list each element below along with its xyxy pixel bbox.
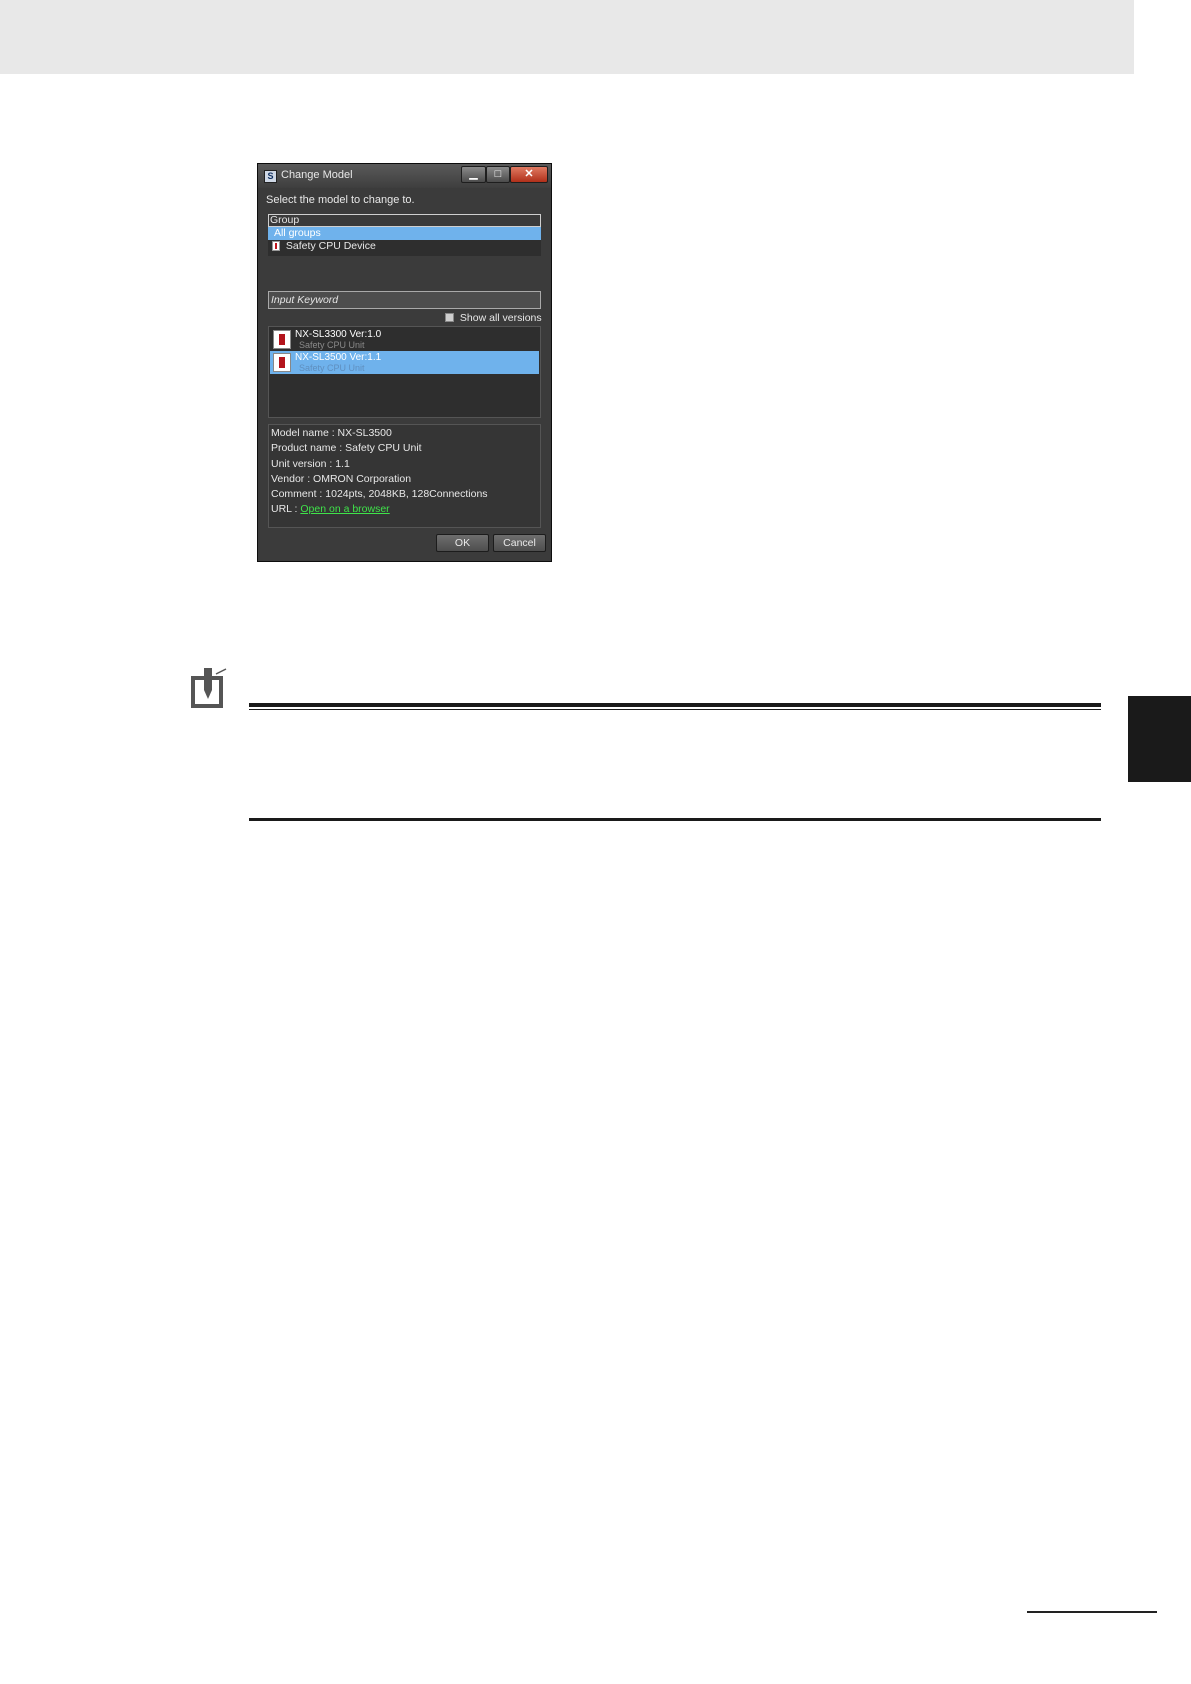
checkbox-box[interactable] [445, 313, 454, 322]
model-item-name: NX-SL3300 Ver:1.0 [295, 329, 382, 340]
precautions-pencil-icon [191, 668, 227, 708]
app-icon: S [264, 170, 277, 183]
detail-model-name: Model name : NX-SL3500 [271, 427, 392, 439]
model-item-type: Safety CPU Unit [299, 340, 365, 350]
group-item-label: Safety CPU Device [285, 240, 376, 252]
safety-cpu-unit-icon [273, 353, 291, 372]
minimize-button[interactable]: ▁ [461, 166, 486, 183]
group-list-header[interactable]: Group [268, 214, 541, 227]
precautions-top-rule-thin [249, 709, 1101, 710]
show-all-versions-checkbox[interactable]: Show all versions [445, 312, 542, 324]
change-model-dialog: S Change Model ▁ □ ✕ Select the model to… [257, 163, 552, 562]
model-list: NX-SL3300 Ver:1.0 Safety CPU Unit NX-SL3… [268, 326, 541, 418]
close-button[interactable]: ✕ [510, 166, 548, 183]
ok-button[interactable]: OK [436, 534, 489, 552]
detail-vendor: Vendor : OMRON Corporation [271, 472, 412, 485]
model-item-type: Safety CPU Unit [299, 363, 365, 373]
title-bar[interactable]: S Change Model ▁ □ ✕ [258, 164, 551, 188]
dialog-title: Change Model [281, 169, 353, 181]
detail-unit-version: Unit version : 1.1 [271, 457, 350, 470]
detail-url: URL : Open on a browser [271, 502, 538, 517]
open-browser-link[interactable]: Open on a browser [300, 503, 389, 515]
safety-cpu-unit-icon [273, 330, 291, 349]
group-item-all-groups[interactable]: All groups [268, 227, 541, 240]
precautions-bottom-rule [249, 818, 1101, 821]
detail-url-label: URL : [271, 503, 301, 516]
model-details-panel: Model name : NX-SL3500 Product name : Sa… [268, 424, 541, 528]
detail-comment: Comment : 1024pts, 2048KB, 128Connection… [271, 488, 488, 501]
detail-product-name: Product name : Safety CPU Unit [271, 442, 422, 455]
footer-rule [1027, 1611, 1157, 1613]
model-item-nx-sl3500[interactable]: NX-SL3500 Ver:1.1 Safety CPU Unit [270, 351, 539, 374]
show-all-versions-label: Show all versions [459, 312, 542, 324]
maximize-button[interactable]: □ [486, 166, 510, 183]
model-item-name: NX-SL3500 Ver:1.1 [295, 352, 382, 363]
group-item-label: All groups [274, 227, 321, 239]
precautions-top-rule [249, 703, 1101, 707]
cancel-button[interactable]: Cancel [493, 534, 546, 552]
model-item-nx-sl3300[interactable]: NX-SL3300 Ver:1.0 Safety CPU Unit [270, 328, 539, 351]
chapter-side-tab [1128, 696, 1191, 782]
safety-cpu-device-icon [272, 241, 280, 251]
keyword-search-input[interactable] [268, 291, 541, 309]
dialog-prompt: Select the model to change to. [266, 194, 415, 206]
page-header-band [0, 0, 1134, 74]
group-list: Group All groups Safety CPU Device [268, 214, 541, 256]
group-item-safety-cpu-device[interactable]: Safety CPU Device [268, 240, 541, 253]
